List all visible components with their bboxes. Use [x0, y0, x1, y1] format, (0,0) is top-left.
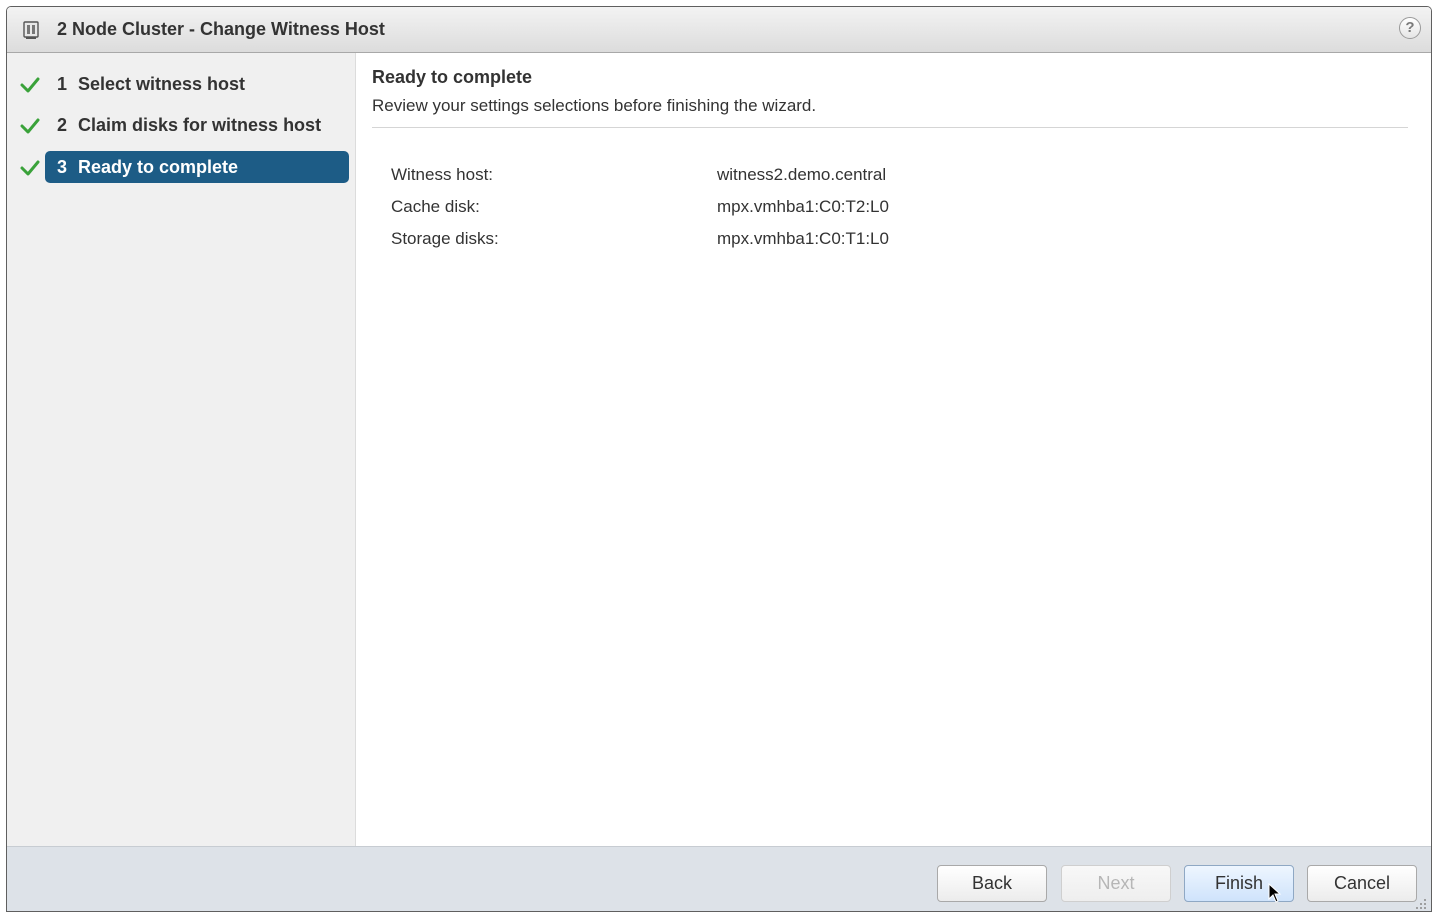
summary-row-witness-host: Witness host: witness2.demo.central	[391, 161, 1091, 193]
summary-row-cache-disk: Cache disk: mpx.vmhba1:C0:T2:L0	[391, 193, 1091, 225]
step-pill: 2 Claim disks for witness host	[45, 109, 349, 141]
step-number: 1	[57, 74, 68, 94]
step-content: Ready to complete Review your settings s…	[356, 53, 1431, 846]
help-icon[interactable]: ?	[1399, 17, 1421, 39]
summary-key: Witness host:	[391, 165, 494, 184]
resize-grip-icon[interactable]	[1413, 896, 1427, 910]
step-pill-active: 3 Ready to complete	[45, 151, 349, 183]
next-button[interactable]: Next	[1061, 865, 1171, 902]
step-ready-to-complete[interactable]: 3 Ready to complete	[7, 151, 356, 183]
step-number: 3	[57, 157, 68, 177]
button-bar: Back Next Finish Cancel	[7, 846, 1431, 911]
back-button[interactable]: Back	[937, 865, 1047, 902]
summary-value: witness2.demo.central	[717, 165, 887, 184]
wizard-steps-nav: 1 Select witness host 2 Claim disks for …	[7, 53, 356, 846]
dialog-title: 2 Node Cluster - Change Witness Host	[57, 19, 385, 39]
summary-key: Cache disk:	[391, 197, 480, 216]
step-label: Select witness host	[78, 74, 246, 94]
page-title: Ready to complete	[372, 67, 533, 87]
step-claim-disks[interactable]: 2 Claim disks for witness host	[7, 109, 356, 141]
page-subtitle: Review your settings selections before f…	[372, 96, 817, 115]
summary-table: Witness host: witness2.demo.central Cach…	[391, 161, 1091, 257]
summary-row-storage-disks: Storage disks: mpx.vmhba1:C0:T1:L0	[391, 225, 1091, 257]
wizard-dialog: 2 Node Cluster - Change Witness Host ? 1…	[6, 6, 1432, 912]
step-pill: 1 Select witness host	[45, 68, 349, 100]
mouse-pointer-icon	[1268, 883, 1282, 903]
summary-value: mpx.vmhba1:C0:T2:L0	[717, 197, 889, 216]
step-number: 2	[57, 115, 68, 135]
summary-value: mpx.vmhba1:C0:T1:L0	[717, 229, 889, 248]
cluster-icon	[23, 21, 39, 39]
check-icon	[20, 77, 40, 93]
step-label: Ready to complete	[78, 157, 239, 177]
step-label: Claim disks for witness host	[78, 115, 322, 135]
cancel-button[interactable]: Cancel	[1307, 865, 1417, 902]
title-bar: 2 Node Cluster - Change Witness Host ?	[7, 7, 1431, 53]
divider	[372, 127, 1408, 128]
check-icon	[20, 160, 40, 176]
check-icon	[20, 118, 40, 134]
summary-key: Storage disks:	[391, 229, 499, 248]
step-select-witness-host[interactable]: 1 Select witness host	[7, 68, 356, 100]
